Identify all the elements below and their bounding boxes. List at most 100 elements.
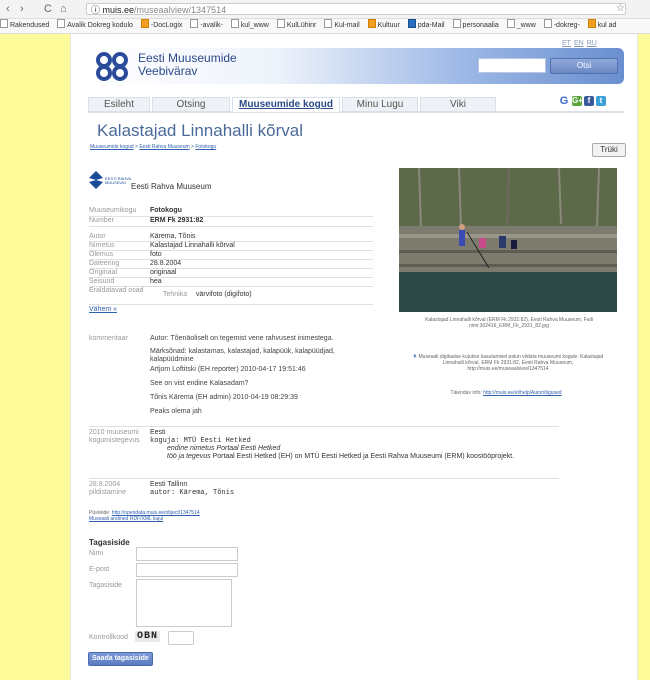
tab-minu-lugu[interactable]: Minu Lugu [342, 97, 418, 111]
museum-name: Eesti Rahva Muuseum [131, 182, 212, 191]
bookmark-item[interactable]: kul_www [230, 19, 269, 29]
reload-icon[interactable]: C [44, 3, 52, 15]
google-plus-icon[interactable]: G+ [572, 96, 583, 106]
comment-line: See on vist endine Kalasadam? [150, 380, 249, 387]
language-switcher: ET EN RU [559, 40, 597, 47]
page-icon [190, 19, 199, 28]
name-label: Nimi [89, 550, 103, 557]
permalink: Püsiviide: http://opendata.muis.ee/objec… [89, 510, 200, 522]
field-value: foto [150, 251, 162, 258]
bookmark-item[interactable]: Kultuur [367, 19, 400, 29]
rdf-link[interactable]: Museaali andmed RDF/XML kujul [89, 516, 163, 522]
facebook-icon[interactable]: f [584, 96, 594, 106]
lang-en[interactable]: EN [574, 40, 584, 47]
submit-feedback-button[interactable]: Saada tagasiside [88, 652, 153, 666]
captcha-code: OBN [135, 631, 161, 642]
museum-logo-text: MUUSEUM [105, 180, 126, 185]
event-key: 28.8.2004 [89, 481, 121, 488]
field-value: hea [150, 278, 162, 285]
bookmark-item[interactable]: personaalia [452, 19, 499, 29]
info-icon: ⓘ [91, 5, 103, 15]
field-key: Nimetus [89, 242, 115, 249]
print-button[interactable]: Trüki [592, 143, 626, 157]
main-nav: Esileht Otsing Muuseumide kogud Minu Lug… [88, 97, 624, 113]
field-row: Eraldatavad osad Tehnika värvifoto (digi… [89, 286, 373, 305]
bookmark-item[interactable]: KulLühinr [276, 19, 316, 29]
address-bar[interactable]: ⓘ muis.ee/museaalview/1347514 [86, 3, 626, 15]
bookmark-item[interactable]: Kul-mail [324, 19, 360, 29]
tehnika-value: värvifoto (digifoto) [196, 291, 252, 298]
tab-esileht[interactable]: Esileht [88, 97, 150, 111]
field-key: Muuseumikogu [89, 207, 137, 214]
forward-icon[interactable]: › [20, 3, 24, 15]
event-block: 28.8.2004 pildistamine Eesti Tallinn aut… [89, 478, 559, 499]
bookmark-star-icon[interactable]: ☆ [616, 3, 625, 14]
bookmark-item[interactable]: Rakendused [0, 19, 49, 29]
comment-line: Tõnis Kärema (EH admin) 2010-04-19 08:29… [150, 394, 298, 401]
event-value: autor: Kärema, Tõnis [150, 489, 235, 497]
page-icon [57, 19, 66, 28]
folder-icon [587, 19, 596, 28]
url-host: muis.ee [102, 5, 135, 15]
museum-photo[interactable] [399, 168, 617, 312]
page-icon [230, 19, 239, 28]
bookmark-item[interactable]: -dokreg- [543, 19, 580, 29]
twitter-icon[interactable]: t [596, 96, 606, 106]
bookmark-item[interactable]: _www [506, 19, 536, 29]
search-input[interactable] [478, 58, 546, 73]
name-input[interactable] [136, 547, 238, 561]
erm-logo-icon [89, 171, 103, 189]
captcha-input[interactable] [168, 631, 194, 645]
tab-otsing[interactable]: Otsing [152, 97, 230, 111]
field-key: Dateering [89, 260, 120, 267]
field-value: Fotokogu [150, 207, 182, 214]
field-row: Number ERM Fk 2931:82 [89, 216, 373, 227]
lang-ru[interactable]: RU [587, 40, 597, 47]
email-label: E-post [89, 566, 110, 573]
breadcrumb-link[interactable]: Eesti Rahva Muuseum [139, 144, 189, 150]
tehnika-key: Tehnika [163, 291, 188, 298]
tab-muuseumide-kogud[interactable]: Muuseumide kogud [232, 97, 340, 112]
page-icon [324, 19, 333, 28]
event-value: Eesti [150, 429, 166, 436]
breadcrumb-link[interactable]: Fotokogu [195, 144, 216, 150]
bookmark-item[interactable]: kul ad [587, 19, 616, 29]
field-key: Number [89, 217, 114, 224]
breadcrumb-link[interactable]: Muuseumide kogud [90, 144, 134, 150]
tab-viki[interactable]: Viki [420, 97, 496, 111]
bookmark-item[interactable]: -DocLogix [140, 19, 182, 29]
captcha-label: Kontrollkood [89, 634, 128, 641]
license-text: Museaali digitaalse kujutise kasutamisel… [418, 354, 604, 372]
less-link[interactable]: Vähem « [89, 306, 117, 313]
search-button[interactable]: Otsi [550, 58, 618, 74]
bookmark-item[interactable]: Avalik Dokreg kodulo [57, 19, 133, 29]
event-value: koguja: MTÜ Eesti Hetked [150, 437, 251, 445]
back-icon[interactable]: ‹ [6, 3, 10, 15]
comment-line: Märksõnad: kalastamas, kalastajad, kalap… [150, 348, 335, 363]
message-label: Tagasiside [89, 582, 123, 589]
event-block: 2010 muuseumi kogumistegevus Eesti koguj… [89, 426, 559, 467]
field-value: ERM Fk 2931:82 [150, 217, 204, 224]
message-textarea[interactable] [136, 579, 232, 627]
browser-toolbar: ‹ › C ⌂ ⓘ muis.ee/museaalview/1347514 ☆ [0, 0, 650, 19]
page-icon [506, 19, 515, 28]
home-icon[interactable]: ⌂ [60, 3, 67, 15]
field-key: Seisund [89, 278, 115, 285]
field-key: Autor [89, 233, 106, 240]
bookmarks-bar: Rakendused Avalik Dokreg kodulo -DocLogi… [0, 19, 650, 34]
site-logo-icon[interactable] [94, 51, 134, 81]
license-notice: ⚘ Museaali digitaalse kujutise kasutamis… [403, 354, 613, 372]
pda-icon [407, 19, 416, 28]
field-value: originaal [150, 269, 177, 276]
comment-line: Artjom Loftitski (EH reporter) 2010-04-1… [150, 366, 306, 373]
lang-et[interactable]: ET [562, 40, 571, 47]
bookmark-item[interactable]: -avalik- [190, 19, 223, 29]
google-icon[interactable]: G [558, 96, 570, 107]
email-input[interactable] [136, 563, 238, 577]
site-title[interactable]: Eesti Muuseumide Veebivärav [138, 52, 237, 78]
field-value: 28.8.2004 [150, 260, 182, 267]
apps-icon [0, 19, 8, 28]
bookmark-item[interactable]: pda-Mail [407, 19, 445, 29]
license-link[interactable]: http://muis.ee/et/help/Autoriõigused [483, 390, 561, 396]
site-header: Eesti Muuseumide Veebivärav Otsi [88, 48, 624, 84]
